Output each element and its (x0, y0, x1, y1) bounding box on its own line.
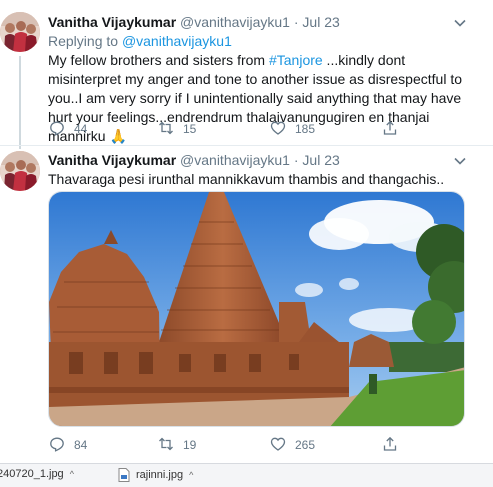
author-name[interactable]: Vanitha Vijaykumar (48, 14, 176, 30)
replying-prefix: Replying to (48, 33, 119, 49)
share-button[interactable] (382, 436, 407, 452)
tweet-text: Thavaraga pesi irunthal mannikkavum tham… (48, 171, 445, 187)
like-count: 185 (295, 122, 316, 136)
chevron-up-icon[interactable]: ^ (189, 470, 193, 480)
reply-icon (50, 437, 64, 452)
tweet-date[interactable]: Jul 23 (302, 14, 339, 30)
tweet-actions: 84 19 265 (48, 436, 468, 454)
tweet-date[interactable]: Jul 23 (302, 152, 339, 168)
replying-to-handle[interactable]: @vanithavijayku1 (122, 33, 232, 49)
reply-button[interactable]: 84 (49, 436, 87, 452)
download-item-2[interactable]: rajinni.jpg ^ (118, 468, 193, 482)
retweet-button[interactable]: 19 (158, 436, 196, 452)
author-handle[interactable]: @vanithavijayku1 (180, 152, 290, 168)
reply-icon (50, 121, 64, 136)
retweet-button[interactable]: 15 (158, 120, 196, 136)
hashtag-link[interactable]: #Tanjore (269, 52, 323, 68)
dot-separator: · (293, 152, 299, 168)
chevron-up-icon[interactable]: ^ (70, 469, 74, 479)
retweet-count: 19 (183, 438, 197, 452)
share-button[interactable] (382, 120, 407, 136)
reply-button[interactable]: 44 (49, 120, 87, 136)
download-item-1[interactable]: 240720_1.jpg ^ (0, 468, 74, 480)
share-icon (383, 436, 397, 451)
like-button[interactable]: 265 (270, 436, 315, 452)
like-button[interactable]: 185 (270, 120, 315, 136)
tweet-text-part1: My fellow brothers and sisters from (48, 52, 266, 68)
temple-photo (49, 192, 464, 426)
tweet-header: Vanitha Vijaykumar @vanithavijayku1 · Ju… (48, 152, 340, 168)
download-bar: 240720_1.jpg ^ rajinni.jpg ^ (0, 463, 493, 487)
like-count: 265 (295, 438, 316, 452)
thread-line (19, 56, 21, 149)
like-icon (270, 437, 286, 451)
tweet-actions: 44 15 185 (48, 120, 468, 138)
retweet-icon (159, 437, 173, 451)
chevron-down-icon[interactable] (453, 16, 467, 30)
avatar[interactable] (0, 12, 40, 52)
like-icon (270, 121, 286, 135)
tweet-photo[interactable] (48, 191, 465, 427)
avatar[interactable] (0, 151, 40, 191)
download-filename: 240720_1.jpg (0, 468, 64, 480)
file-icon (118, 468, 130, 482)
author-name[interactable]: Vanitha Vijaykumar (48, 152, 176, 168)
tweet-1[interactable]: Vanitha Vijaykumar @vanithavijayku1 · Ju… (0, 0, 493, 149)
reply-count: 44 (74, 122, 88, 136)
retweet-icon (159, 121, 173, 135)
replying-to: Replying to @vanithavijayku1 (48, 33, 232, 49)
chevron-down-icon[interactable] (453, 154, 467, 168)
author-handle[interactable]: @vanithavijayku1 (180, 14, 290, 30)
reply-count: 84 (74, 438, 88, 452)
download-filename: rajinni.jpg (136, 469, 184, 481)
tweet-header: Vanitha Vijaykumar @vanithavijayku1 · Ju… (48, 14, 340, 30)
share-icon (383, 120, 397, 135)
dot-separator: · (293, 14, 299, 30)
retweet-count: 15 (183, 122, 197, 136)
